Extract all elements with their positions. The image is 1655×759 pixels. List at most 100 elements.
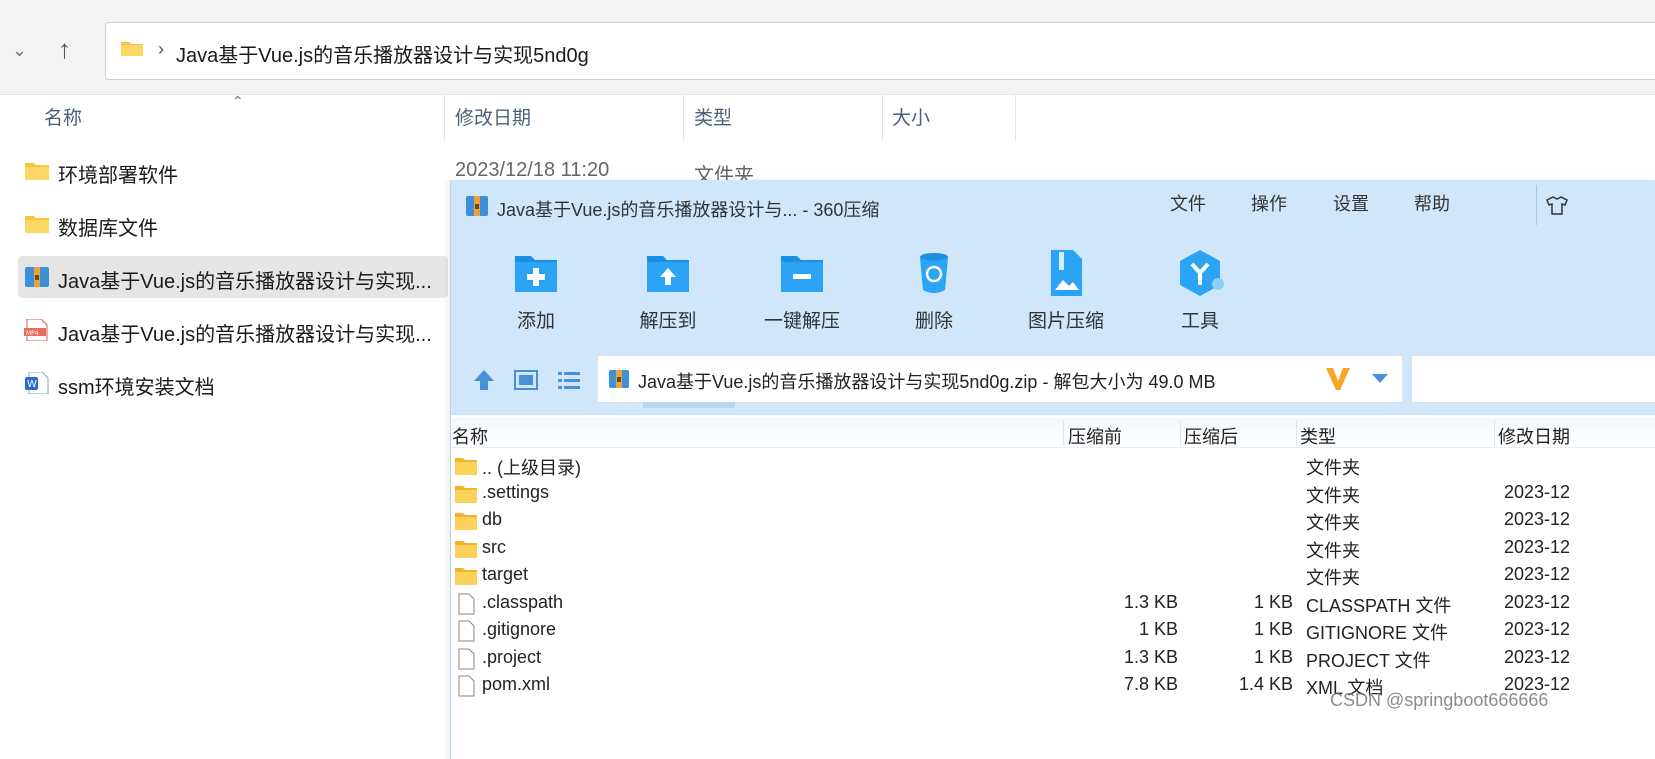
breadcrumb-separator: › — [158, 39, 164, 59]
file-size-after: 1 KB — [1253, 647, 1293, 667]
file-row[interactable]: .gitignore 1 KB 1 KB GITIGNORE 文件 2023-1… — [451, 617, 1655, 644]
file-type: GITIGNORE 文件 — [1306, 623, 1449, 643]
folder-icon — [455, 513, 477, 530]
menu-file[interactable]: 文件 — [1170, 190, 1206, 216]
file-type: 文件夹 — [1306, 568, 1360, 588]
file-type: PROJECT 文件 — [1306, 651, 1431, 671]
file-row[interactable]: .project 1.3 KB 1 KB PROJECT 文件 2023-12 — [451, 645, 1655, 672]
file-row[interactable]: .settings 文件夹 2023-12 — [451, 480, 1655, 507]
file-list-header: 名称 压缩前 压缩后 类型 修改日期 — [451, 418, 1655, 448]
svg-text:W: W — [27, 379, 37, 390]
file-icon — [458, 620, 475, 642]
file-modified-date: 2023-12 — [1504, 509, 1571, 529]
explorer-row[interactable]: W ssm环境安装文档 — [18, 362, 448, 404]
file-modified-date: 2023/12/18 11:20 — [455, 159, 610, 181]
menu-settings[interactable]: 设置 — [1333, 190, 1369, 216]
column-divider[interactable] — [1494, 420, 1495, 446]
file-name: ssm环境安装文档 — [58, 377, 215, 399]
file-icon — [458, 648, 475, 670]
tools-button[interactable]: 工具 — [1140, 242, 1260, 342]
column-header-compressed-after[interactable]: 压缩后 — [1184, 423, 1238, 449]
file-modified-date: 2023-12 — [1504, 482, 1571, 502]
file-modified-date: 2023-12 — [1504, 619, 1571, 639]
file-icon — [458, 593, 475, 615]
tool-label: 工具 — [1180, 311, 1219, 332]
column-header-modified[interactable]: 修改日期 — [1498, 423, 1570, 449]
file-modified-date: 2023-12 — [1504, 564, 1571, 584]
file-icon — [458, 675, 475, 697]
file-type: CLASSPATH 文件 — [1306, 596, 1452, 616]
chevron-down-icon[interactable] — [1370, 370, 1390, 386]
file-name: db — [482, 509, 503, 529]
archive-path-field[interactable]: Java基于Vue.js的音乐播放器设计与实现5nd0g.zip - 解包大小为… — [597, 355, 1403, 403]
shirt-skin-icon[interactable] — [1536, 185, 1576, 225]
menu-help[interactable]: 帮助 — [1414, 190, 1450, 216]
file-type: 文件夹 — [1306, 513, 1360, 533]
one-click-extract-button[interactable]: 一键解压 — [742, 242, 862, 342]
file-row[interactable]: db 文件夹 2023-12 — [451, 507, 1655, 534]
address-box[interactable]: › Java基于Vue.js的音乐播放器设计与实现5nd0g — [105, 22, 1655, 80]
file-row[interactable]: src 文件夹 2023-12 — [451, 535, 1655, 562]
explorer-row[interactable]: MP4 Java基于Vue.js的音乐播放器设计与实现... — [18, 309, 448, 351]
column-divider[interactable] — [1296, 420, 1297, 446]
zip-window: Java基于Vue.js的音乐播放器设计与... - 360压缩 文件 操作 设… — [450, 180, 1655, 759]
path-bar: Java基于Vue.js的音乐播放器设计与实现5nd0g.zip - 解包大小为… — [451, 353, 1655, 408]
thumbnail-view-icon[interactable] — [513, 367, 539, 393]
file-row[interactable]: .. (上级目录) 文件夹 — [451, 452, 1655, 479]
file-row[interactable]: .classpath 1.3 KB 1 KB CLASSPATH 文件 2023… — [451, 590, 1655, 617]
search-input[interactable] — [1411, 355, 1655, 403]
delete-button[interactable]: 删除 — [874, 242, 994, 342]
add-icon — [515, 256, 557, 292]
up-arrow-icon[interactable]: ↑ — [58, 34, 71, 65]
file-size-before: 1 KB — [1138, 619, 1178, 639]
explorer-column-headers: ⌃ 名称 修改日期 类型 大小 — [0, 93, 1020, 140]
add-button[interactable]: 添加 — [476, 242, 596, 342]
column-divider[interactable] — [1063, 420, 1064, 446]
extract-to-button[interactable]: 解压到 — [608, 242, 728, 342]
explorer-address-bar: ⌄ ↑ › Java基于Vue.js的音乐播放器设计与实现5nd0g — [0, 0, 1655, 95]
column-header-type[interactable]: 类型 — [694, 103, 732, 130]
column-divider[interactable] — [882, 95, 883, 140]
file-type: 文件夹 — [1306, 458, 1360, 478]
column-divider[interactable] — [1015, 95, 1016, 140]
column-header-name[interactable]: 名称 — [44, 103, 82, 130]
file-row[interactable]: target 文件夹 2023-12 — [451, 562, 1655, 589]
file-name: .project — [482, 647, 542, 667]
menu-operation[interactable]: 操作 — [1251, 190, 1287, 216]
up-arrow-icon[interactable] — [471, 367, 497, 393]
file-size-before: 1.3 KB — [1123, 592, 1178, 612]
list-view-icon[interactable] — [556, 367, 582, 393]
window-title: Java基于Vue.js的音乐播放器设计与... - 360压缩 — [497, 200, 880, 220]
folder-icon — [25, 216, 49, 233]
zip-archive-icon — [609, 370, 629, 388]
file-name: Java基于Vue.js的音乐播放器设计与实现... — [58, 324, 432, 346]
breadcrumb-current[interactable]: Java基于Vue.js的音乐播放器设计与实现5nd0g — [176, 39, 589, 68]
folder-icon — [455, 458, 477, 475]
file-size-before: 7.8 KB — [1123, 674, 1178, 694]
file-size-after: 1 KB — [1253, 592, 1293, 612]
tool-label: 删除 — [914, 311, 953, 332]
v-logo-icon[interactable] — [1324, 366, 1352, 392]
file-type: 文件夹 — [1306, 541, 1360, 561]
column-header-modified[interactable]: 修改日期 — [455, 103, 531, 130]
column-header-name[interactable]: 名称 — [452, 423, 488, 449]
column-divider[interactable] — [444, 95, 445, 140]
column-header-size[interactable]: 大小 — [892, 103, 930, 130]
column-divider[interactable] — [1180, 420, 1181, 446]
image-compress-button[interactable]: 图片压缩 — [1006, 242, 1126, 342]
file-size-after: 1.4 KB — [1238, 674, 1293, 694]
explorer-row-selected[interactable]: Java基于Vue.js的音乐播放器设计与实现... — [18, 256, 448, 298]
column-header-compressed-before[interactable]: 压缩前 — [1068, 423, 1122, 449]
column-header-type[interactable]: 类型 — [1300, 423, 1336, 449]
folder-icon — [455, 486, 477, 503]
chevron-down-icon[interactable]: ⌄ — [12, 40, 27, 61]
explorer-row[interactable]: 环境部署软件 — [18, 150, 448, 192]
explorer-row[interactable]: 数据库文件 — [18, 203, 448, 245]
file-name: .gitignore — [482, 619, 557, 639]
column-divider[interactable] — [683, 95, 684, 140]
file-name: 数据库文件 — [58, 218, 158, 240]
file-modified-date: 2023-12 — [1504, 592, 1571, 612]
image-compress-icon — [1051, 250, 1082, 296]
tool-label: 一键解压 — [763, 311, 840, 332]
tools-icon — [1180, 250, 1224, 296]
